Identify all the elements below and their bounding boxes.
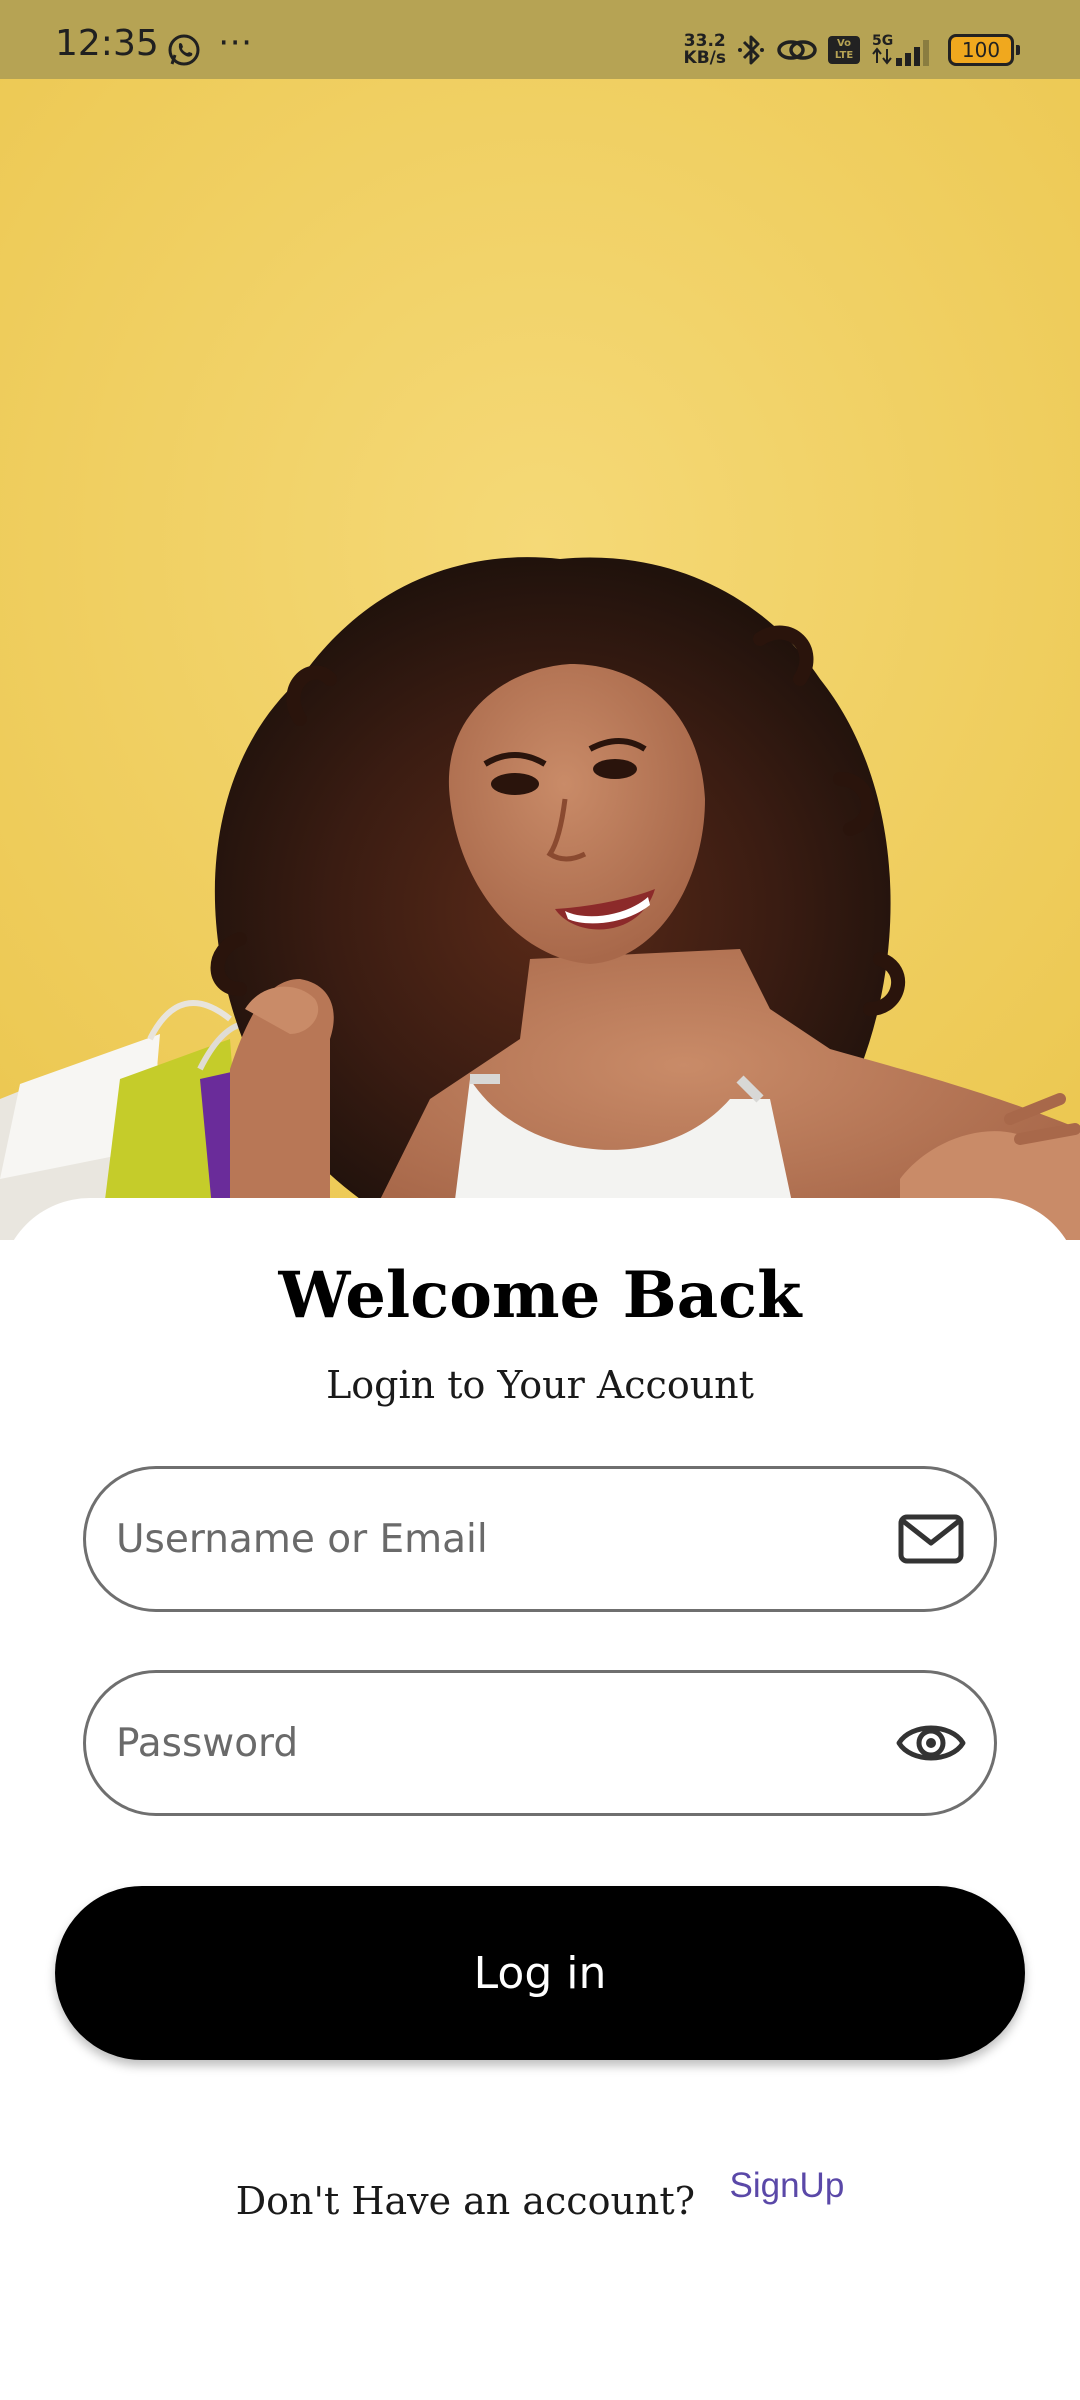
more-notifications-icon: ⋯ bbox=[218, 22, 253, 62]
volte-label-bottom: LTE bbox=[834, 50, 854, 61]
volte-icon: Vo LTE bbox=[828, 36, 860, 64]
signup-prompt: Don't Have an account? bbox=[235, 2178, 696, 2223]
bluetooth-icon bbox=[738, 35, 764, 65]
battery-icon: 100 bbox=[948, 34, 1020, 66]
login-screen: 12:35 ⋯ 33.2 KB/s Vo LTE 5G 100 Welcome … bbox=[0, 0, 1080, 2400]
login-button[interactable]: Log in bbox=[55, 1886, 1025, 2060]
login-card: Welcome Back Login to Your Account Log i… bbox=[0, 1198, 1080, 2400]
status-time: 12:35 bbox=[55, 23, 159, 64]
status-bar: 12:35 ⋯ 33.2 KB/s Vo LTE 5G 100 bbox=[0, 0, 1080, 79]
whatsapp-icon bbox=[168, 34, 200, 66]
username-field[interactable] bbox=[83, 1466, 997, 1612]
password-field[interactable] bbox=[83, 1670, 997, 1816]
status-icons: 33.2 KB/s Vo LTE 5G 100 bbox=[684, 30, 1020, 70]
hero-photo bbox=[0, 79, 1080, 1240]
network-speed-unit: KB/s bbox=[683, 48, 726, 68]
username-input[interactable] bbox=[116, 1469, 876, 1609]
eye-icon[interactable] bbox=[896, 1713, 966, 1773]
page-title: Welcome Back bbox=[278, 1258, 802, 1333]
link-icon bbox=[777, 40, 817, 60]
password-input[interactable] bbox=[116, 1673, 876, 1813]
signup-row: Don't Have an account? SignUp bbox=[0, 2166, 1080, 2223]
page-subtitle: Login to Your Account bbox=[326, 1363, 754, 1407]
network-type-label: 5G bbox=[872, 33, 893, 49]
network-speed: 33.2 KB/s bbox=[684, 33, 726, 67]
signup-link[interactable]: SignUp bbox=[730, 2166, 845, 2205]
woman-with-shopping-bags-photo bbox=[0, 79, 1080, 1240]
signal-icon: 5G bbox=[872, 33, 929, 66]
volte-label-top: Vo bbox=[836, 38, 852, 49]
envelope-icon[interactable] bbox=[896, 1509, 966, 1569]
